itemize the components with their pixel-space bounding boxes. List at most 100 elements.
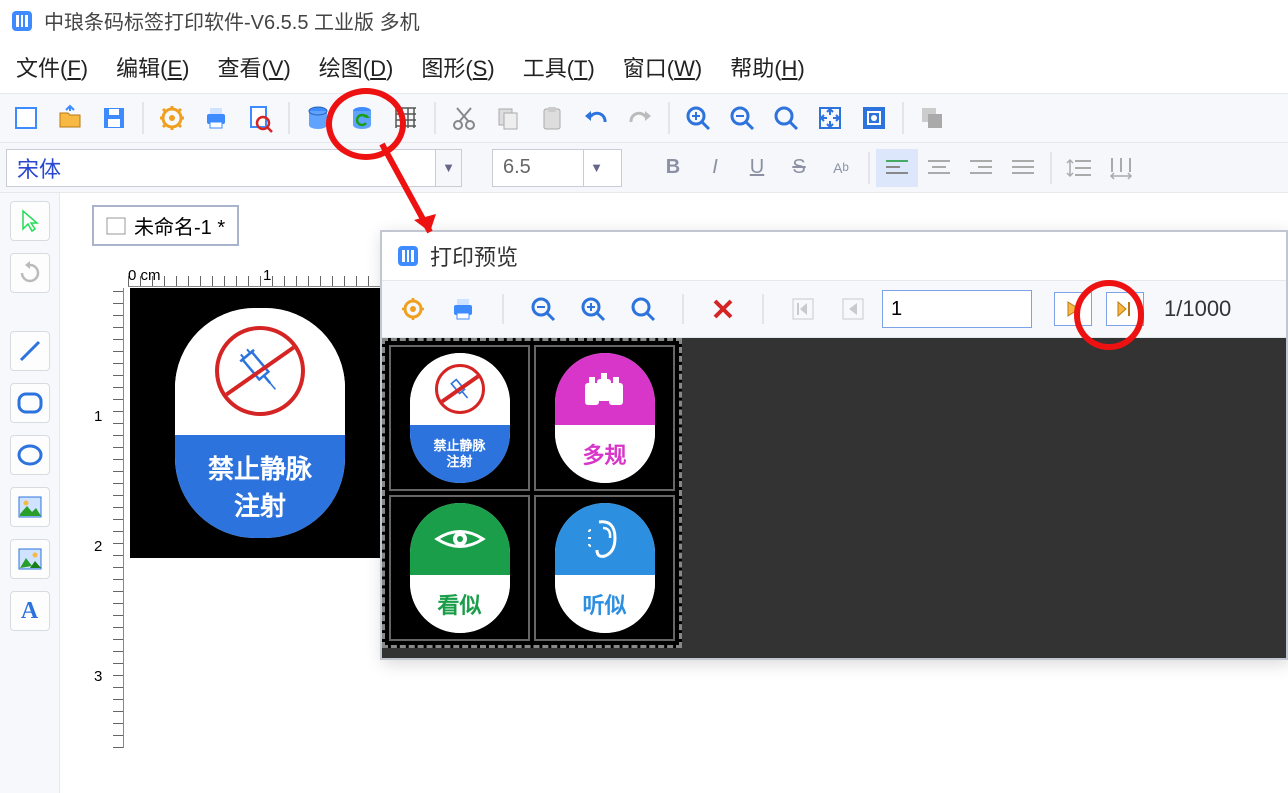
preview-print-button[interactable] (442, 289, 484, 329)
line-spacing-button[interactable] (1058, 149, 1100, 187)
main-label-line1: 禁止静脉 (208, 449, 312, 486)
preview-toolbar: 1/1000 (382, 281, 1286, 338)
doc-icon (106, 217, 126, 235)
grid-button[interactable] (384, 98, 428, 138)
database-button[interactable] (296, 98, 340, 138)
char-spacing-button[interactable] (1100, 149, 1142, 187)
preview-cell-1-l2: 注射 (446, 454, 472, 470)
bottles-icon (577, 369, 633, 409)
roundrect-tool[interactable] (10, 383, 50, 423)
preview-cell-4-text: 听似 (555, 575, 655, 634)
image-tool[interactable] (10, 487, 50, 527)
zoom-reset-button[interactable] (764, 98, 808, 138)
underline-button[interactable]: U (736, 149, 778, 187)
main-label-line2: 注射 (234, 486, 286, 523)
preview-settings-button[interactable] (392, 289, 434, 329)
new-button[interactable] (4, 98, 48, 138)
preview-cell-2-text: 多规 (555, 425, 655, 484)
eye-icon (433, 522, 487, 556)
preview-cell-4: 听似 (534, 495, 675, 641)
no-injection-icon (435, 364, 485, 414)
preview-close-button[interactable] (702, 289, 744, 329)
app-icon (10, 9, 34, 33)
preview-cell-1: 禁止静脉注射 (389, 345, 530, 491)
font-family-input[interactable] (7, 155, 435, 181)
preview-zoom-out-button[interactable] (522, 289, 564, 329)
font-family-combo[interactable] (6, 149, 436, 187)
preview-page-count: 1/1000 (1164, 296, 1231, 322)
ruler-h-1: 1 (263, 267, 271, 284)
menu-draw[interactable]: 绘图(D) (319, 51, 394, 83)
main-label[interactable]: 禁止静脉 注射 (175, 308, 345, 538)
menu-shape[interactable]: 图形(S) (421, 51, 494, 83)
ruler-v-2: 2 (94, 538, 102, 555)
menu-help[interactable]: 帮助(H) (730, 51, 805, 83)
picture-tool[interactable] (10, 539, 50, 579)
menu-tool[interactable]: 工具(T) (523, 51, 595, 83)
preview-cell-2: 多规 (534, 345, 675, 491)
preview-zoom-reset-button[interactable] (622, 289, 664, 329)
layers-button[interactable] (910, 98, 954, 138)
fit-screen-button[interactable] (808, 98, 852, 138)
cut-button[interactable] (442, 98, 486, 138)
menubar: 文件(F) 编辑(E) 查看(V) 绘图(D) 图形(S) 工具(T) 窗口(W… (0, 41, 1288, 93)
zoom-out-button[interactable] (720, 98, 764, 138)
menu-file[interactable]: 文件(F) (16, 51, 88, 83)
ruler-h-0: 0 cm (128, 267, 161, 284)
menu-view[interactable]: 查看(V) (217, 51, 290, 83)
preview-last-page-button[interactable] (1106, 292, 1144, 326)
line-tool[interactable] (10, 331, 50, 371)
font-size-input[interactable] (493, 156, 583, 179)
print-preview-button[interactable] (238, 98, 282, 138)
ruler-v-3: 3 (94, 668, 102, 685)
menu-edit[interactable]: 编辑(E) (116, 51, 189, 83)
fit-selection-button[interactable] (852, 98, 896, 138)
preview-first-page-button[interactable] (782, 289, 824, 329)
preview-sheet: 禁止静脉注射 多规 看似 听似 (382, 338, 682, 648)
database-refresh-button[interactable] (340, 98, 384, 138)
preview-cell-3: 看似 (389, 495, 530, 641)
document-tab-label: 未命名-1 * (134, 211, 225, 240)
print-button[interactable] (194, 98, 238, 138)
ruler-v-1: 1 (94, 408, 102, 425)
superscript-button[interactable]: Ab (820, 149, 862, 187)
font-size-dropdown[interactable]: ▼ (583, 150, 609, 186)
preview-title-text: 打印预览 (430, 240, 518, 272)
bold-button[interactable]: B (652, 149, 694, 187)
copy-button[interactable] (486, 98, 530, 138)
preview-cell-1-l1: 禁止静脉 (433, 438, 485, 454)
align-justify-button[interactable] (1002, 149, 1044, 187)
settings-button[interactable] (150, 98, 194, 138)
rotate-tool[interactable] (10, 253, 50, 293)
select-tool[interactable] (10, 201, 50, 241)
redo-button[interactable] (618, 98, 662, 138)
side-toolbar: A (0, 193, 60, 793)
preview-app-icon (396, 244, 420, 268)
undo-button[interactable] (574, 98, 618, 138)
font-size-combo[interactable]: ▼ (492, 149, 622, 187)
align-left-button[interactable] (876, 149, 918, 187)
align-right-button[interactable] (960, 149, 1002, 187)
text-tool[interactable]: A (10, 591, 50, 631)
menu-window[interactable]: 窗口(W) (623, 51, 702, 83)
preview-next-page-button[interactable] (1054, 292, 1092, 326)
italic-button[interactable]: I (694, 149, 736, 187)
save-button[interactable] (92, 98, 136, 138)
preview-prev-page-button[interactable] (832, 289, 874, 329)
document-tab[interactable]: 未命名-1 * (92, 205, 239, 246)
format-toolbar: ▼ ▼ B I U S Ab (0, 143, 1288, 193)
ellipse-tool[interactable] (10, 435, 50, 475)
ear-icon (585, 514, 625, 564)
open-button[interactable] (48, 98, 92, 138)
strikethrough-button[interactable]: S (778, 149, 820, 187)
preview-zoom-in-button[interactable] (572, 289, 614, 329)
align-center-button[interactable] (918, 149, 960, 187)
zoom-in-button[interactable] (676, 98, 720, 138)
preview-viewport[interactable]: 禁止静脉注射 多规 看似 听似 (382, 338, 1286, 658)
main-toolbar (0, 93, 1288, 143)
preview-cell-3-text: 看似 (410, 575, 510, 634)
label-design-area[interactable]: 禁止静脉 注射 (130, 288, 390, 558)
preview-page-input[interactable] (882, 290, 1032, 328)
paste-button[interactable] (530, 98, 574, 138)
font-family-dropdown[interactable]: ▼ (436, 149, 462, 187)
